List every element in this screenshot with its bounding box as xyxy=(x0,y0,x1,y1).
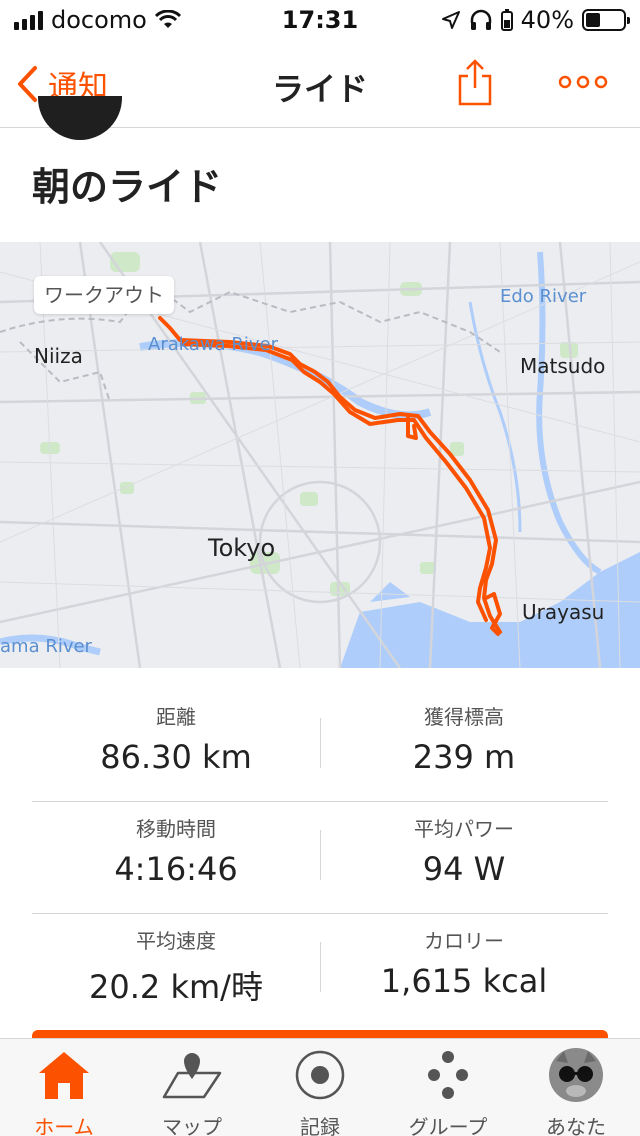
map-icon xyxy=(162,1053,222,1099)
stat-label: 獲得標高 xyxy=(424,705,504,729)
tab-bar: ホーム マップ 記録 グループ あなた xyxy=(0,1038,640,1136)
stats-grid: 距離 86.30 km 獲得標高 239 m 移動時間 4:16:46 平均パワ… xyxy=(32,690,608,1026)
stat-value: 94 W xyxy=(422,850,506,888)
stat-calories: カロリー 1,615 kcal xyxy=(320,926,608,1000)
tab-label: 記録 xyxy=(300,1115,340,1136)
more-options-icon[interactable] xyxy=(558,70,608,94)
tab-map[interactable]: マップ xyxy=(128,1049,256,1136)
stats-row: 距離 86.30 km 獲得標高 239 m xyxy=(32,690,608,802)
location-arrow-icon xyxy=(441,11,460,29)
status-right: 40% xyxy=(441,6,630,34)
tab-groups[interactable]: グループ xyxy=(384,1049,512,1136)
home-icon xyxy=(39,1052,89,1099)
stat-label: カロリー xyxy=(424,929,504,953)
activity-title: 朝のライド xyxy=(32,165,223,209)
map-label-tama-river: ama River xyxy=(0,636,92,657)
record-icon xyxy=(295,1050,345,1100)
map-label-matsudo: Matsudo xyxy=(520,354,606,378)
stat-label: 平均パワー xyxy=(414,817,514,841)
tab-home[interactable]: ホーム xyxy=(0,1049,128,1136)
stat-value: 86.30 km xyxy=(100,738,252,776)
small-battery-icon xyxy=(500,9,513,31)
headphones-icon xyxy=(470,9,491,30)
stat-elevation-gain: 獲得標高 239 m xyxy=(320,702,608,776)
stat-label: 移動時間 xyxy=(136,817,216,841)
stat-average-speed: 平均速度 20.2 km/時 xyxy=(32,926,320,1008)
stat-label: 距離 xyxy=(156,705,196,729)
status-bar: docomo 17:31 40% xyxy=(0,0,640,40)
groups-icon xyxy=(428,1051,468,1099)
stat-value: 20.2 km/時 xyxy=(89,968,263,1006)
stat-value: 239 m xyxy=(412,738,516,776)
battery-level-fill xyxy=(586,13,601,27)
tab-label: マップ xyxy=(162,1115,222,1136)
tab-you[interactable]: あなた xyxy=(512,1048,640,1136)
battery-icon xyxy=(582,9,630,31)
share-icon[interactable] xyxy=(456,58,494,106)
battery-percent: 40% xyxy=(520,6,574,34)
stat-value: 4:16:46 xyxy=(114,850,238,888)
tab-label: あなた xyxy=(546,1115,606,1136)
stats-row: 移動時間 4:16:46 平均パワー 94 W xyxy=(32,802,608,914)
stat-label: 平均速度 xyxy=(136,929,216,953)
tab-label: グループ xyxy=(408,1115,488,1136)
stat-distance: 距離 86.30 km xyxy=(32,702,320,776)
map-label-arakawa-river: Arakawa River xyxy=(148,334,278,355)
workout-badge: ワークアウト xyxy=(34,276,174,314)
map-label-tokyo: Tokyo xyxy=(208,534,276,562)
stat-average-power: 平均パワー 94 W xyxy=(320,814,608,888)
map-label-urayasu: Urayasu xyxy=(522,600,605,624)
stat-moving-time: 移動時間 4:16:46 xyxy=(32,814,320,888)
stat-value: 1,615 kcal xyxy=(380,962,548,1000)
stats-row: 平均速度 20.2 km/時 カロリー 1,615 kcal xyxy=(32,914,608,1026)
tab-record[interactable]: 記録 xyxy=(256,1049,384,1136)
profile-avatar xyxy=(549,1048,603,1102)
map-label-edo-river: Edo River xyxy=(500,286,587,307)
map-label-niiza: Niiza xyxy=(34,344,83,368)
tab-label: ホーム xyxy=(34,1115,94,1136)
athlete-avatar[interactable] xyxy=(38,96,122,140)
